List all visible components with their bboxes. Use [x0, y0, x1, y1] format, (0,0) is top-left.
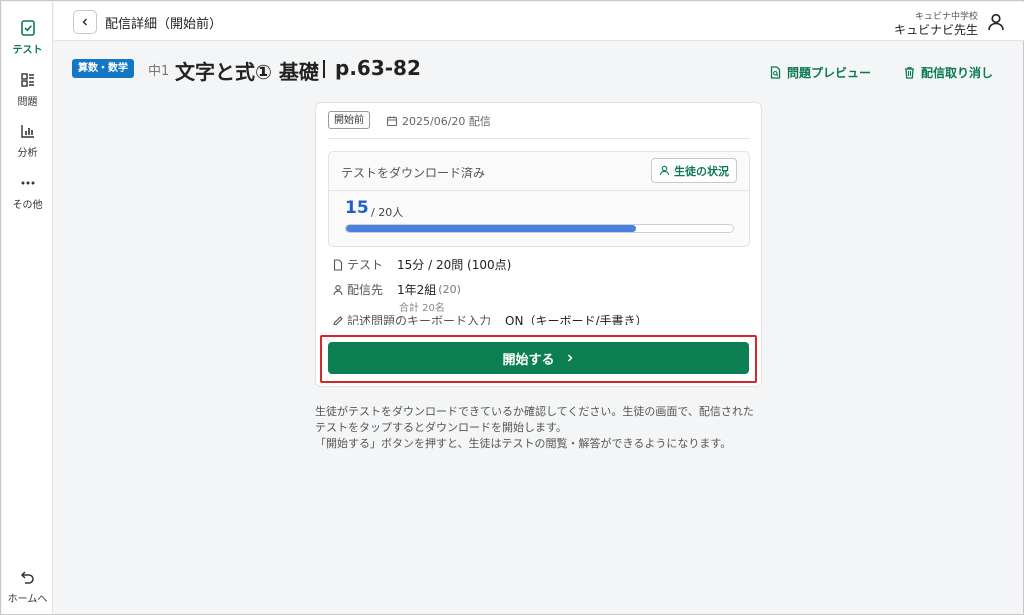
- preview-label: 問題プレビュー: [787, 66, 872, 80]
- divider: [329, 190, 749, 191]
- sidebar-item-label: テスト: [12, 45, 43, 56]
- chevron-right-icon: [567, 354, 573, 362]
- recipient-info-row: 配信先 1年2組 (20): [332, 281, 461, 298]
- grade-label: 中1: [148, 64, 170, 79]
- test-check-icon: [20, 20, 35, 36]
- sidebar-item-label: その他: [12, 200, 43, 211]
- subject-badge: 算数・数学: [72, 59, 134, 78]
- analysis-chart-icon: [20, 125, 34, 138]
- instruction-note-line2: テストをタップするとダウンロードを開始します。: [315, 421, 567, 434]
- test-info-row: テスト 15分 / 20問 (100点): [332, 256, 511, 273]
- recipient-info-label: 配信先: [332, 281, 383, 298]
- calendar-icon: [386, 116, 398, 127]
- button-area-background: [316, 325, 761, 335]
- document-preview-icon: [770, 66, 781, 79]
- user-account-icon[interactable]: [986, 12, 1006, 32]
- delivery-date: 2025/06/20 配信: [386, 113, 491, 129]
- downloaded-count: 15: [345, 198, 369, 218]
- student-status-label: 生徒の状況: [674, 164, 729, 178]
- sidebar-item-label: 分析: [17, 148, 38, 159]
- sidebar-item-label: 問題: [17, 97, 38, 108]
- sidebar-item-test[interactable]: テスト: [2, 19, 53, 56]
- person-icon: [333, 284, 343, 295]
- title-divider: [323, 60, 325, 78]
- page-title: 文字と式① 基礎: [175, 60, 319, 84]
- start-button[interactable]: 開始する: [328, 342, 749, 374]
- sidebar-item-more[interactable]: その他: [2, 174, 53, 211]
- sidebar: テスト 問題 分析 その他 ホームへ: [2, 2, 53, 614]
- more-dots-icon: [21, 181, 34, 185]
- teacher-name: キュビナビ先生: [893, 23, 978, 37]
- top-header: 配信詳細（開始前） キュビナ中学校 キュビナビ先生: [54, 2, 1024, 41]
- return-arrow-icon: [20, 571, 34, 584]
- back-button[interactable]: [73, 10, 97, 34]
- test-value: 15分 / 20問 (100点): [397, 258, 512, 272]
- recipient-value: 1年2組: [397, 283, 437, 297]
- header-title: 配信詳細（開始前）: [105, 17, 223, 32]
- student-status-button[interactable]: 生徒の状況: [651, 158, 737, 183]
- start-button-label: 開始する: [502, 352, 555, 368]
- download-progress-fill: [346, 225, 637, 232]
- status-badge: 開始前: [328, 111, 370, 129]
- delivery-date-text: 2025/06/20 配信: [402, 115, 491, 128]
- cancel-label: 配信取り消し: [921, 66, 994, 80]
- download-progress-bar: [345, 224, 734, 233]
- app-frame: テスト 問題 分析 その他 ホームへ 配信詳細（開始前） キュビナ中学校 キュビ…: [0, 0, 1024, 615]
- preview-problems-button[interactable]: 問題プレビュー: [769, 64, 871, 81]
- download-status-box: テストをダウンロード済み 生徒の状況 15 / 20人: [328, 151, 750, 247]
- download-status-title: テストをダウンロード済み: [341, 166, 486, 180]
- page-range: p.63-82: [335, 56, 421, 80]
- test-info-label: テスト: [332, 256, 383, 273]
- total-students: / 20人: [371, 206, 404, 219]
- sidebar-item-problems[interactable]: 問題: [2, 71, 53, 108]
- home-button[interactable]: ホームへ: [2, 568, 53, 605]
- recipient-count: (20): [438, 283, 461, 296]
- cancel-delivery-button[interactable]: 配信取り消し: [903, 64, 993, 81]
- person-icon: [659, 165, 670, 176]
- file-icon: [333, 258, 343, 271]
- trash-icon: [905, 67, 914, 79]
- instruction-note-line3: 「開始する」ボタンを押すと、生徒はテストの閲覧・解答ができるようになります。: [315, 437, 732, 450]
- recipient-label: 配信先: [347, 283, 384, 297]
- test-label: テスト: [347, 258, 384, 272]
- problems-list-icon: [20, 73, 34, 87]
- divider: [328, 138, 750, 139]
- sidebar-item-analysis[interactable]: 分析: [2, 122, 53, 159]
- chevron-left-icon: [82, 18, 88, 26]
- home-label: ホームへ: [7, 594, 48, 605]
- instruction-note-line1: 生徒がテストをダウンロードできているか確認してください。生徒の画面で、配信された: [315, 405, 754, 418]
